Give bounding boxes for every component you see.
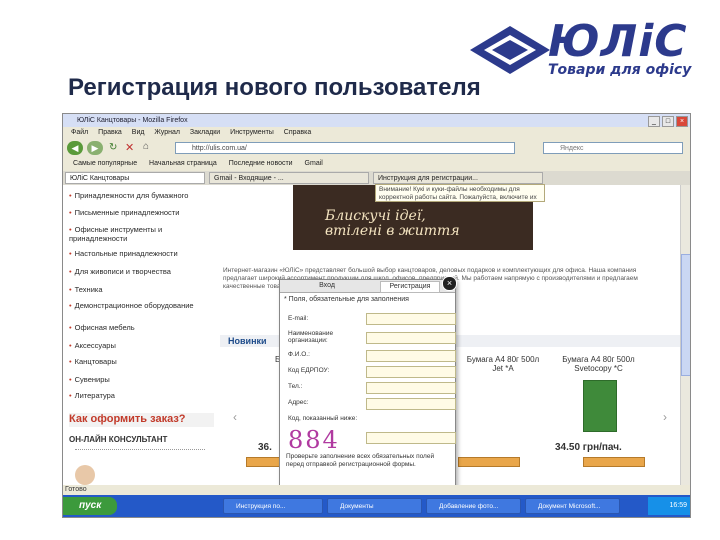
menu-history[interactable]: Журнал: [154, 129, 180, 136]
field-label-edrpou: Код ЕДРПОУ:: [288, 367, 330, 374]
bookmark-gmail[interactable]: Gmail: [305, 160, 323, 167]
tab-gmail[interactable]: Gmail - Входящие - ...: [209, 172, 369, 184]
bookmarks-toolbar: Самые популярные Начальная страница Посл…: [63, 157, 690, 171]
taskbar-item[interactable]: Добавление фото...: [426, 498, 521, 514]
tab-ulis[interactable]: ЮЛіС Канцтовары: [65, 172, 205, 184]
product-price: 34.50 грн/пач.: [555, 442, 622, 453]
product-image[interactable]: [583, 380, 617, 432]
tab-login[interactable]: Вход: [302, 281, 352, 291]
slide-title: Регистрация нового пользователя: [68, 74, 481, 101]
taskbar-item[interactable]: Инструкция по...: [223, 498, 323, 514]
banner-line-2: втілені в життя: [325, 223, 460, 239]
online-consultant-label: ОН-ЛАЙН КОНСУЛЬТАНТ: [69, 435, 168, 444]
product-price: 36.: [258, 442, 272, 453]
reload-icon[interactable]: ↻: [109, 142, 117, 153]
sidebar-item[interactable]: Канцтовары: [69, 357, 214, 366]
close-icon[interactable]: ×: [442, 276, 457, 291]
banner-slogan: Блискучі ідеї, втілені в життя: [325, 209, 460, 239]
search-input[interactable]: Яндекс: [543, 142, 683, 154]
how-to-order-link[interactable]: Как оформить заказ?: [69, 413, 214, 427]
divider: [75, 449, 205, 454]
status-bar: Готово: [63, 485, 690, 495]
menu-file[interactable]: Файл: [71, 129, 88, 136]
field-label-phone: Тел.:: [288, 383, 303, 390]
category-sidebar: Принадлежности для бумажного Письменные …: [65, 185, 215, 485]
sidebar-item[interactable]: Техника: [69, 285, 214, 294]
sidebar-item[interactable]: Настольные принадлежности: [69, 249, 214, 258]
form-footer-note: Проверьте заполнение всех обязательных п…: [286, 453, 435, 468]
url-input[interactable]: http://ulis.com.ua/: [175, 142, 515, 154]
sidebar-item[interactable]: Письменные принадлежности: [69, 208, 214, 217]
back-icon[interactable]: ◀: [67, 141, 83, 155]
forward-icon[interactable]: ▶: [87, 141, 103, 155]
sidebar-item[interactable]: Литература: [69, 391, 214, 400]
stop-icon[interactable]: ✕: [125, 141, 134, 154]
next-arrow-icon[interactable]: ›: [663, 410, 667, 424]
product-title: Бумага А4 80г 500л Svetocopy *C: [562, 355, 635, 373]
buy-button[interactable]: [458, 457, 520, 467]
menu-bookmarks[interactable]: Закладки: [190, 129, 220, 136]
edrpou-field[interactable]: [366, 366, 456, 378]
sidebar-item[interactable]: Демонстрационное оборудование: [69, 301, 214, 310]
sidebar-item[interactable]: Офисные инструменты и принадлежности: [69, 225, 214, 243]
scrollbar-thumb[interactable]: [681, 254, 690, 376]
field-label-captcha: Код, показанный ниже:: [288, 415, 358, 422]
close-window-button[interactable]: ×: [676, 116, 688, 127]
clock: 16:59: [648, 497, 690, 515]
windows-taskbar: пуск Инструкция по... Документы Добавлен…: [63, 495, 690, 517]
window-titlebar: ЮЛіС Канцтовары - Mozilla Firefox: [63, 114, 690, 127]
field-label-name: Ф.И.О.:: [288, 351, 310, 358]
full-name-field[interactable]: [366, 350, 456, 362]
start-button[interactable]: пуск: [63, 497, 117, 515]
bookmark-news[interactable]: Последние новости: [229, 160, 293, 167]
home-icon[interactable]: ⌂: [143, 141, 149, 152]
required-note: * Поля, обязательные для заполнения: [284, 296, 409, 303]
tab-register[interactable]: Регистрация: [380, 281, 440, 293]
menu-edit[interactable]: Правка: [98, 129, 122, 136]
logo-tagline: Товари для офісу: [548, 62, 692, 78]
menu-view[interactable]: Вид: [132, 129, 145, 136]
organization-field[interactable]: [366, 332, 456, 344]
field-label-address: Адрес:: [288, 399, 309, 406]
sidebar-item[interactable]: Сувениры: [69, 375, 214, 384]
address-field[interactable]: [366, 398, 456, 410]
tab-instruction[interactable]: Инструкция для регистрации...: [373, 172, 543, 184]
captcha-image: 884: [288, 426, 340, 454]
browser-window: ЮЛіС Канцтовары - Mozilla Firefox _ □ × …: [62, 113, 691, 518]
dialog-tabs: Вход Регистрация: [280, 280, 455, 293]
bookmark-popular[interactable]: Самые популярные: [73, 160, 137, 167]
menu-tools[interactable]: Инструменты: [230, 129, 274, 136]
captcha-field[interactable]: [366, 432, 456, 444]
sidebar-item[interactable]: Для живописи и творчества: [69, 267, 214, 276]
tab-bar: ЮЛіС Канцтовары Gmail - Входящие - ... И…: [63, 171, 690, 185]
phone-field[interactable]: [366, 382, 456, 394]
sidebar-item[interactable]: Офисная мебель: [69, 323, 214, 332]
bookmark-home[interactable]: Начальная страница: [149, 160, 217, 167]
minimize-button[interactable]: _: [648, 116, 660, 127]
menu-help[interactable]: Справка: [284, 129, 311, 136]
taskbar-item[interactable]: Документ Microsoft...: [525, 498, 620, 514]
cookie-notice: Внимание! Кукі и куки-файлы необходимы д…: [375, 184, 545, 202]
logo-wordmark: ЮЛіС: [548, 16, 688, 67]
taskbar-item[interactable]: Документы: [327, 498, 422, 514]
email-field[interactable]: [366, 313, 456, 325]
sidebar-item[interactable]: Аксессуары: [69, 341, 214, 350]
menu-bar: Файл Правка Вид Журнал Закладки Инструме…: [63, 127, 690, 139]
avatar: [75, 465, 95, 485]
field-label-email: E-mail:: [288, 315, 309, 322]
buy-button[interactable]: [583, 457, 645, 467]
window-title: ЮЛіС Канцтовары - Mozilla Firefox: [77, 117, 188, 124]
sidebar-item[interactable]: Принадлежности для бумажного: [69, 191, 214, 200]
maximize-button[interactable]: □: [662, 116, 674, 127]
registration-dialog: Вход Регистрация × * Поля, обязательные …: [279, 276, 457, 491]
navigation-toolbar: ◀ ▶ ↻ ✕ ⌂ http://ulis.com.ua/ Яндекс: [63, 139, 690, 157]
banner-line-1: Блискучі ідеї,: [325, 208, 426, 224]
field-label-org: Наименование организации:: [288, 330, 334, 344]
product-title: Бумага А4 80г 500л Jet *A: [466, 355, 540, 373]
prev-arrow-icon[interactable]: ‹: [233, 410, 237, 424]
